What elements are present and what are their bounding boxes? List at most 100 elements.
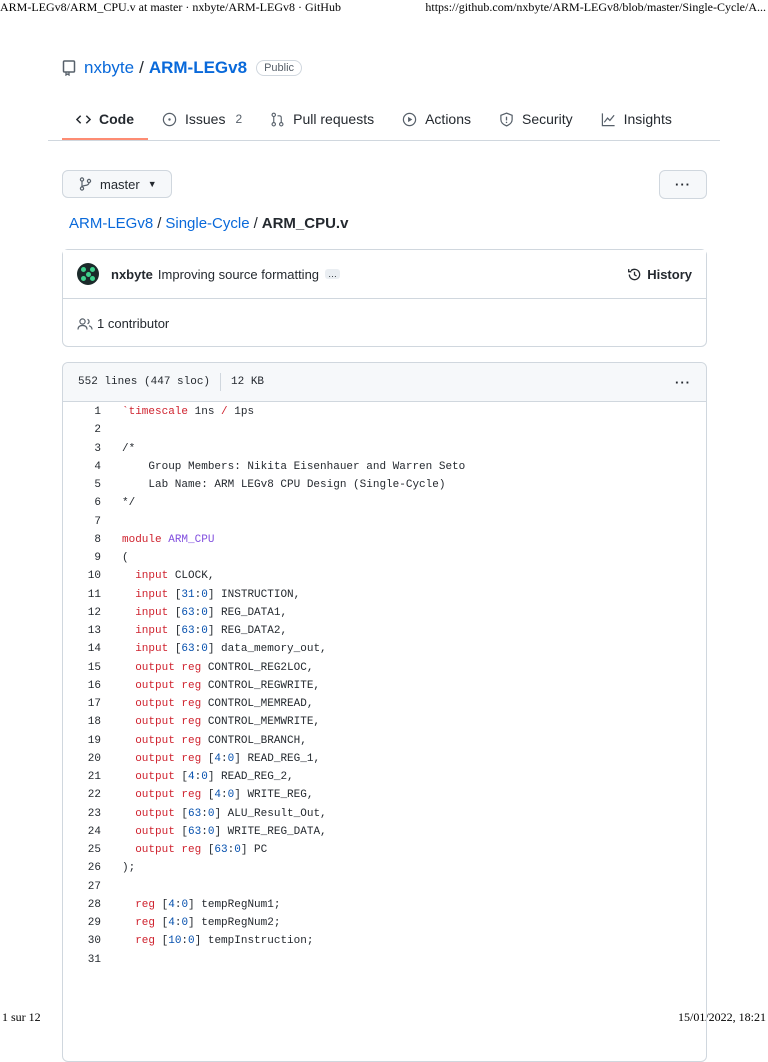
line-number[interactable]: 5 xyxy=(63,476,101,494)
code-line: 3 /* xyxy=(63,440,706,458)
line-number[interactable]: 18 xyxy=(63,713,101,731)
more-options-button[interactable]: ··· xyxy=(659,170,707,199)
commit-author-link[interactable]: nxbyte xyxy=(111,267,153,282)
file-size: 12 KB xyxy=(231,376,265,388)
line-number[interactable]: 23 xyxy=(63,805,101,823)
breadcrumb-root-link[interactable]: ARM-LEGv8 xyxy=(69,215,153,232)
tab-actions[interactable]: Actions xyxy=(388,103,485,135)
line-number[interactable]: 14 xyxy=(63,640,101,658)
code-token: output xyxy=(135,771,175,783)
tab-issues[interactable]: Issues 2 xyxy=(148,103,256,135)
line-number[interactable]: 28 xyxy=(63,896,101,914)
line-number[interactable]: 24 xyxy=(63,823,101,841)
history-link[interactable]: History xyxy=(627,267,692,282)
code-token: 4 xyxy=(168,898,175,911)
code-line-content xyxy=(101,878,122,896)
code-token: 0 xyxy=(201,588,208,601)
history-icon xyxy=(628,268,641,280)
code-line-content: output reg [63:0] PC xyxy=(101,841,267,859)
breadcrumb-folder-link[interactable]: Single-Cycle xyxy=(165,215,249,232)
line-number[interactable]: 21 xyxy=(63,768,101,786)
code-line-content: reg [10:0] tempInstruction; xyxy=(101,932,313,950)
code-token: : xyxy=(201,825,208,838)
tab-code-label: Code xyxy=(99,111,134,127)
code-line-content: input [31:0] INSTRUCTION, xyxy=(101,586,300,604)
commit-message-link[interactable]: Improving source formatting xyxy=(158,267,319,282)
code-token: [ xyxy=(155,935,169,948)
repo-owner-link[interactable]: nxbyte xyxy=(84,58,134,78)
line-number[interactable]: 6 xyxy=(63,494,101,512)
line-number[interactable]: 1 xyxy=(63,403,101,421)
line-number[interactable]: 13 xyxy=(63,622,101,640)
line-number[interactable]: 27 xyxy=(63,878,101,896)
line-number[interactable]: 2 xyxy=(63,421,101,439)
branch-name: master xyxy=(100,176,140,192)
code-token: 0 xyxy=(201,771,208,783)
line-number[interactable]: 8 xyxy=(63,531,101,549)
line-number[interactable]: 12 xyxy=(63,604,101,622)
tab-security[interactable]: Security xyxy=(485,103,587,135)
code-line-content: output reg CONTROL_REG2LOC, xyxy=(101,659,313,677)
code-token: ] ALU_Result_Out, xyxy=(214,807,327,820)
expand-commit-message-button[interactable]: … xyxy=(325,269,341,279)
line-number[interactable]: 17 xyxy=(63,695,101,713)
print-header: ARM-LEGv8/ARM_CPU.v at master · nxbyte/A… xyxy=(0,0,768,15)
code-token: CONTROL_REG2LOC, xyxy=(201,661,314,674)
contributors-row[interactable]: 1 contributor xyxy=(63,299,706,348)
tab-insights[interactable]: Insights xyxy=(587,103,686,135)
file-info-divider xyxy=(220,373,222,391)
line-number[interactable]: 4 xyxy=(63,458,101,476)
repo-name-link[interactable]: ARM-LEGv8 xyxy=(149,58,247,78)
line-number[interactable]: 30 xyxy=(63,932,101,950)
code-token: [ xyxy=(201,752,215,765)
line-number[interactable]: 16 xyxy=(63,677,101,695)
breadcrumb-file-name: ARM_CPU.v xyxy=(261,215,349,232)
code-token: /* xyxy=(122,442,136,455)
code-token: ARM_CPU xyxy=(168,533,215,546)
line-number[interactable]: 9 xyxy=(63,549,101,567)
code-line-content: reg [4:0] tempRegNum2; xyxy=(101,914,280,932)
code-token: 63 xyxy=(181,606,195,619)
line-number[interactable]: 26 xyxy=(63,859,101,877)
line-number[interactable]: 22 xyxy=(63,786,101,804)
code-line: 26); xyxy=(63,859,706,877)
tab-pull-requests[interactable]: Pull requests xyxy=(256,103,388,135)
line-number[interactable]: 7 xyxy=(63,513,101,531)
file-more-options-button[interactable]: ··· xyxy=(675,375,691,390)
git-branch-icon xyxy=(79,177,92,191)
pull-request-icon xyxy=(271,112,284,126)
code-line: 16 output reg CONTROL_REGWRITE, xyxy=(63,677,706,695)
code-token: [ xyxy=(174,771,189,783)
branch-selector-button[interactable]: master ▼ xyxy=(62,170,172,198)
line-number[interactable]: 31 xyxy=(63,951,101,969)
line-number[interactable]: 25 xyxy=(63,841,101,859)
tab-code[interactable]: Code xyxy=(62,103,148,140)
line-number[interactable]: 3 xyxy=(63,440,101,458)
line-number[interactable]: 29 xyxy=(63,914,101,932)
line-number[interactable]: 11 xyxy=(63,586,101,604)
code-line: 7 xyxy=(63,513,706,531)
line-number[interactable]: 20 xyxy=(63,750,101,768)
code-token: ] INSTRUCTION, xyxy=(207,588,301,601)
code-token: output reg xyxy=(135,679,202,692)
line-number[interactable]: 15 xyxy=(63,659,101,677)
avatar[interactable] xyxy=(77,263,99,285)
code-token: [ xyxy=(155,917,169,929)
code-line: 1 `timescale 1ns / 1ps xyxy=(63,403,706,421)
line-number[interactable]: 10 xyxy=(63,567,101,585)
code-token: ] WRITE_REG_DATA, xyxy=(214,825,327,838)
issue-icon xyxy=(162,112,177,126)
code-line: 13 input [63:0] REG_DATA2, xyxy=(63,622,706,640)
code-token: : xyxy=(221,752,228,765)
code-line: 25 output reg [63:0] PC xyxy=(63,841,706,859)
code-token: ); xyxy=(122,862,136,875)
line-number[interactable]: 19 xyxy=(63,732,101,750)
code-line-content: output reg CONTROL_MEMWRITE, xyxy=(101,713,320,731)
code-token: CONTROL_MEMWRITE, xyxy=(201,716,321,729)
print-title: ARM-LEGv8/ARM_CPU.v at master · nxbyte/A… xyxy=(0,0,341,14)
